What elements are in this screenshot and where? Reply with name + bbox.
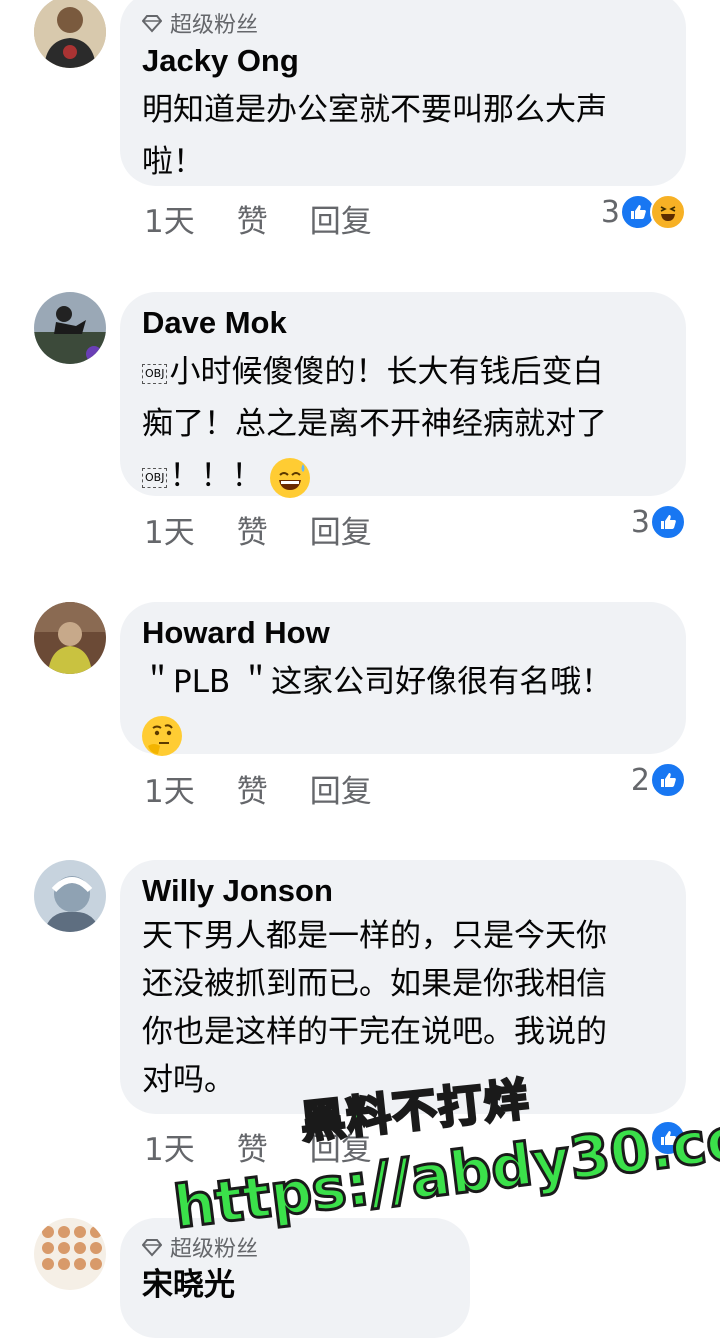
timestamp[interactable]: 1天 <box>144 1124 195 1169</box>
top-fan-badge: 超级粉丝 <box>142 8 662 38</box>
comment-line: OBJ 小时候傻傻的！长大有钱后变白 <box>142 346 662 398</box>
reaction-summary[interactable]: 3 <box>601 192 686 232</box>
comment-bubble: 超级粉丝 Jacky Ong 明知道是办公室就不要叫那么大声 啦！ <box>120 0 686 186</box>
comment-text: 明知道是办公室就不要叫那么大声 啦！ <box>142 84 662 188</box>
comment-line: 天下男人都是一样的，只是今天你 <box>142 918 607 954</box>
commenter-name[interactable]: Jacky Ong <box>142 42 662 80</box>
haha-icon <box>650 194 686 230</box>
reaction-count: 3 <box>600 194 620 230</box>
timestamp[interactable]: 1天 <box>144 507 195 552</box>
avatar[interactable] <box>34 860 106 932</box>
like-button[interactable]: 赞 <box>237 507 268 552</box>
reaction-summary[interactable]: 2 <box>631 760 686 800</box>
diamond-icon <box>142 15 162 33</box>
comment-line: 痴了！总之是离不开神经病就对了 <box>142 406 607 442</box>
commenter-name[interactable]: 宋晓光 <box>142 1266 446 1304</box>
reaction-count: 3 <box>630 504 650 540</box>
like-button[interactable]: 赞 <box>237 196 268 241</box>
comment-actions: 1天 赞 回复 <box>144 766 414 810</box>
comment-line <box>142 708 662 760</box>
timestamp[interactable]: 1天 <box>144 196 195 241</box>
comment-line: 你也是这样的干完在说吧。我说的 <box>142 1014 607 1050</box>
like-button[interactable]: 赞 <box>237 766 268 811</box>
comment-line: 明知道是办公室就不要叫那么大声 <box>142 92 607 128</box>
avatar[interactable] <box>34 0 106 68</box>
avatar[interactable] <box>34 1218 106 1290</box>
sweat-smile-emoji-icon <box>270 457 311 498</box>
comment-text: ＂PLB ＂这家公司好像很有名哦！ <box>142 656 662 760</box>
comment-bubble: 超级粉丝 宋晓光 <box>120 1218 470 1338</box>
reply-button[interactable]: 回复 <box>310 196 372 241</box>
comment-line: 啦！ <box>142 144 204 180</box>
reply-button[interactable]: 回复 <box>310 766 372 811</box>
comment-actions: 1天 赞 回复 <box>144 196 414 240</box>
object-placeholder-icon: OBJ <box>142 467 168 488</box>
object-placeholder-icon: OBJ <box>142 363 168 384</box>
comment-line: 还没被抓到而已。如果是你我相信 <box>142 966 607 1002</box>
like-icon <box>650 504 686 540</box>
reply-button[interactable]: 回复 <box>310 507 372 552</box>
comment-bubble: Dave Mok OBJ 小时候傻傻的！长大有钱后变白 痴了！总之是离不开神经病就… <box>120 292 686 498</box>
comment-text: OBJ 小时候傻傻的！长大有钱后变白 痴了！总之是离不开神经病就对了 OBJ！！！ <box>142 346 662 502</box>
commenter-name[interactable]: Willy Jonson <box>142 872 662 910</box>
timestamp[interactable]: 1天 <box>144 766 195 811</box>
like-icon <box>650 762 686 798</box>
avatar[interactable] <box>34 292 106 364</box>
reaction-count: 2 <box>630 762 650 798</box>
commenter-name[interactable]: Dave Mok <box>142 304 662 342</box>
badge-label: 超级粉丝 <box>170 13 259 38</box>
thinking-emoji-icon <box>142 715 182 756</box>
comment-actions: 1天 赞 回复 <box>144 507 414 551</box>
reaction-summary[interactable]: 3 <box>631 502 686 542</box>
comment-line: ＂PLB ＂这家公司好像很有名哦！ <box>142 664 613 700</box>
comment-line: OBJ！！！ <box>142 450 662 502</box>
commenter-name[interactable]: Howard How <box>142 614 662 652</box>
avatar[interactable] <box>34 602 106 674</box>
comment-bubble: Howard How ＂PLB ＂这家公司好像很有名哦！ <box>120 602 686 756</box>
diamond-icon <box>142 1239 162 1257</box>
